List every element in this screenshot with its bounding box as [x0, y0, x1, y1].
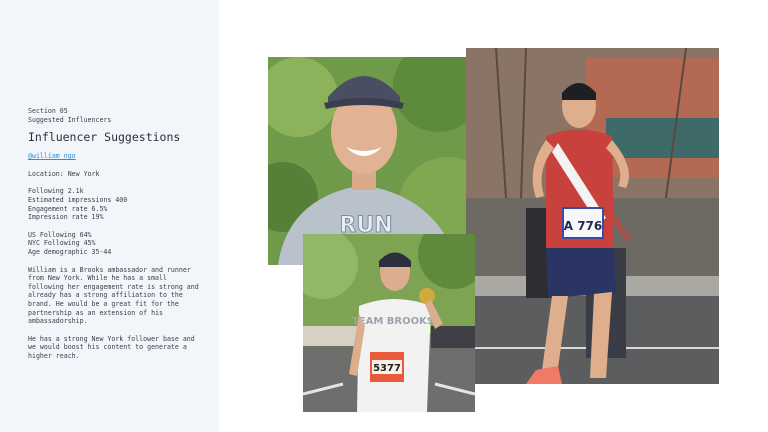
demo-nyc: NYC Following 45%: [28, 239, 96, 248]
influencer-handle-link[interactable]: @william_ngo: [28, 152, 76, 161]
reach-line: higher reach.: [28, 351, 80, 360]
stat-following: Following 2.1k: [28, 187, 84, 196]
description-line: already has a strong affiliation to the: [28, 291, 183, 300]
demo-age: Age demographic 35-44: [28, 247, 112, 256]
page-title: Influencer Suggestions: [28, 130, 181, 145]
demo-us: US Following 64%: [28, 230, 92, 239]
medal-bib-text: 5377: [373, 363, 401, 374]
section-number: Section 05: [28, 107, 68, 115]
description-line: ambassadorship.: [28, 317, 88, 326]
section-subtitle: Suggested Influencers: [28, 115, 112, 124]
race-photo: PROSPECT PARK A 776: [466, 48, 719, 384]
reach-line: He has a strong New York follower base a…: [28, 334, 195, 343]
reach-line: we would boost his content to generate a: [28, 343, 187, 352]
stat-impressions: Estimated impressions 400: [28, 195, 128, 204]
stat-engagement: Engagement rate 6.5%: [28, 204, 108, 213]
description-line: from New York. While he has a small: [28, 274, 167, 283]
left-text-panel: Section 05 Suggested Influencers Influen…: [0, 0, 219, 432]
description-line: William is a Brooks ambassador and runne…: [28, 265, 191, 274]
description-line: brand. He would be a great fit for the: [28, 299, 179, 308]
description-line: partnership as an extension of his: [28, 308, 163, 317]
medal-photo: TEAM BROOKS 5377: [303, 234, 475, 412]
race-bib-text: A 776: [564, 219, 603, 233]
influencer-details: Section 05 Suggested Influencers Influen…: [28, 107, 208, 360]
stat-impression-rate: Impression rate 19%: [28, 213, 104, 222]
location-text: Location: New York: [28, 169, 100, 178]
description-line: following her engagement rate is strong …: [28, 282, 199, 291]
